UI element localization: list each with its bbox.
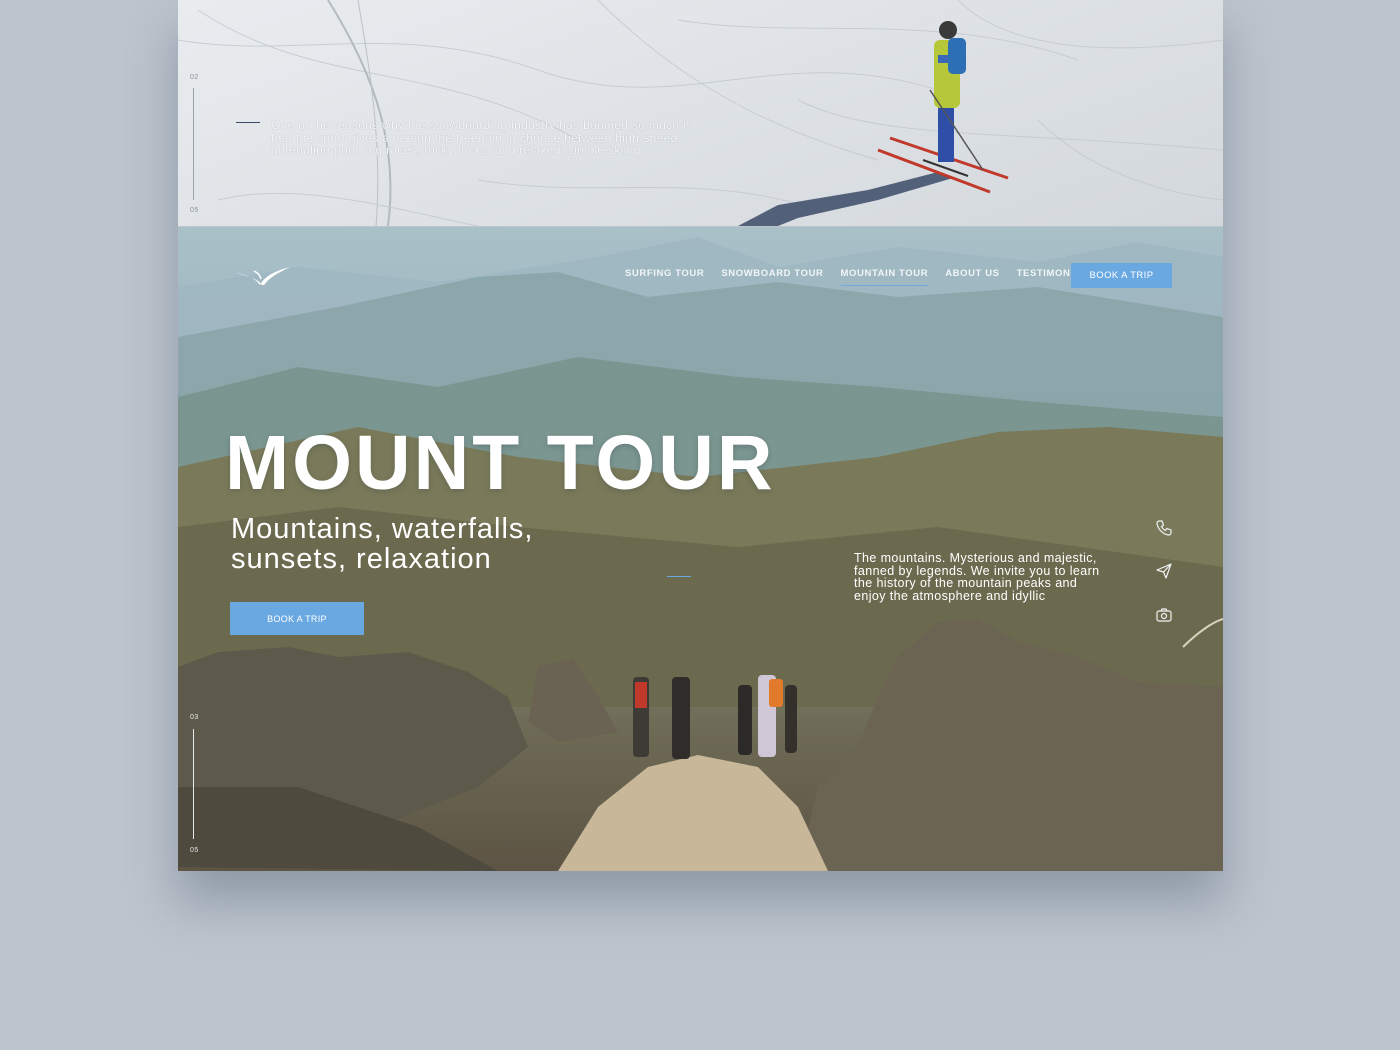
snowboard-slide: 02 05 One of the reasons why the snowboa…	[178, 0, 1223, 226]
hero-book-trip-button[interactable]: BOOK A TRIP	[230, 602, 364, 635]
nav-snowboard-tour[interactable]: SNOWBOARD TOUR	[721, 268, 823, 279]
description-accent-dash	[667, 576, 691, 577]
nav-about-us[interactable]: ABOUT US	[945, 268, 999, 279]
mountain-hero: SURFING TOUR SNOWBOARD TOUR MOUNTAIN TOU…	[178, 227, 1223, 871]
send-icon[interactable]	[1155, 562, 1173, 580]
phone-icon[interactable]	[1155, 519, 1173, 537]
slide-progress-line	[193, 88, 194, 200]
nav-mountain-tour[interactable]: MOUNTAIN TOUR	[840, 268, 929, 286]
main-nav: SURFING TOUR SNOWBOARD TOUR MOUNTAIN TOU…	[625, 268, 1112, 286]
slide-index-start: 03	[190, 714, 199, 721]
snowboard-description: One of the reasons why the snowboarding …	[271, 118, 693, 157]
header-book-trip-button[interactable]: BOOK A TRIP	[1071, 263, 1172, 288]
skier-shadow	[738, 172, 953, 226]
slide-index-end: 05	[190, 847, 199, 854]
slide-index-end: 05	[190, 207, 199, 214]
snow-texture	[178, 0, 1223, 226]
hero-title: MOUNT TOUR	[225, 420, 776, 506]
brand-logo-icon[interactable]	[234, 263, 292, 287]
hero-subtitle: Mountains, waterfalls, sunsets, relaxati…	[231, 513, 534, 575]
nav-surfing-tour[interactable]: SURFING TOUR	[625, 268, 704, 279]
skier-figure	[929, 21, 984, 171]
hero-description: The mountains. Mysterious and majestic, …	[854, 551, 1100, 603]
page-frame: 02 05 One of the reasons why the snowboa…	[178, 0, 1223, 871]
camera-icon[interactable]	[1155, 606, 1173, 624]
slide-progress-line	[193, 729, 194, 839]
text-accent-dash	[236, 122, 260, 123]
slide-index-start: 02	[190, 74, 199, 81]
